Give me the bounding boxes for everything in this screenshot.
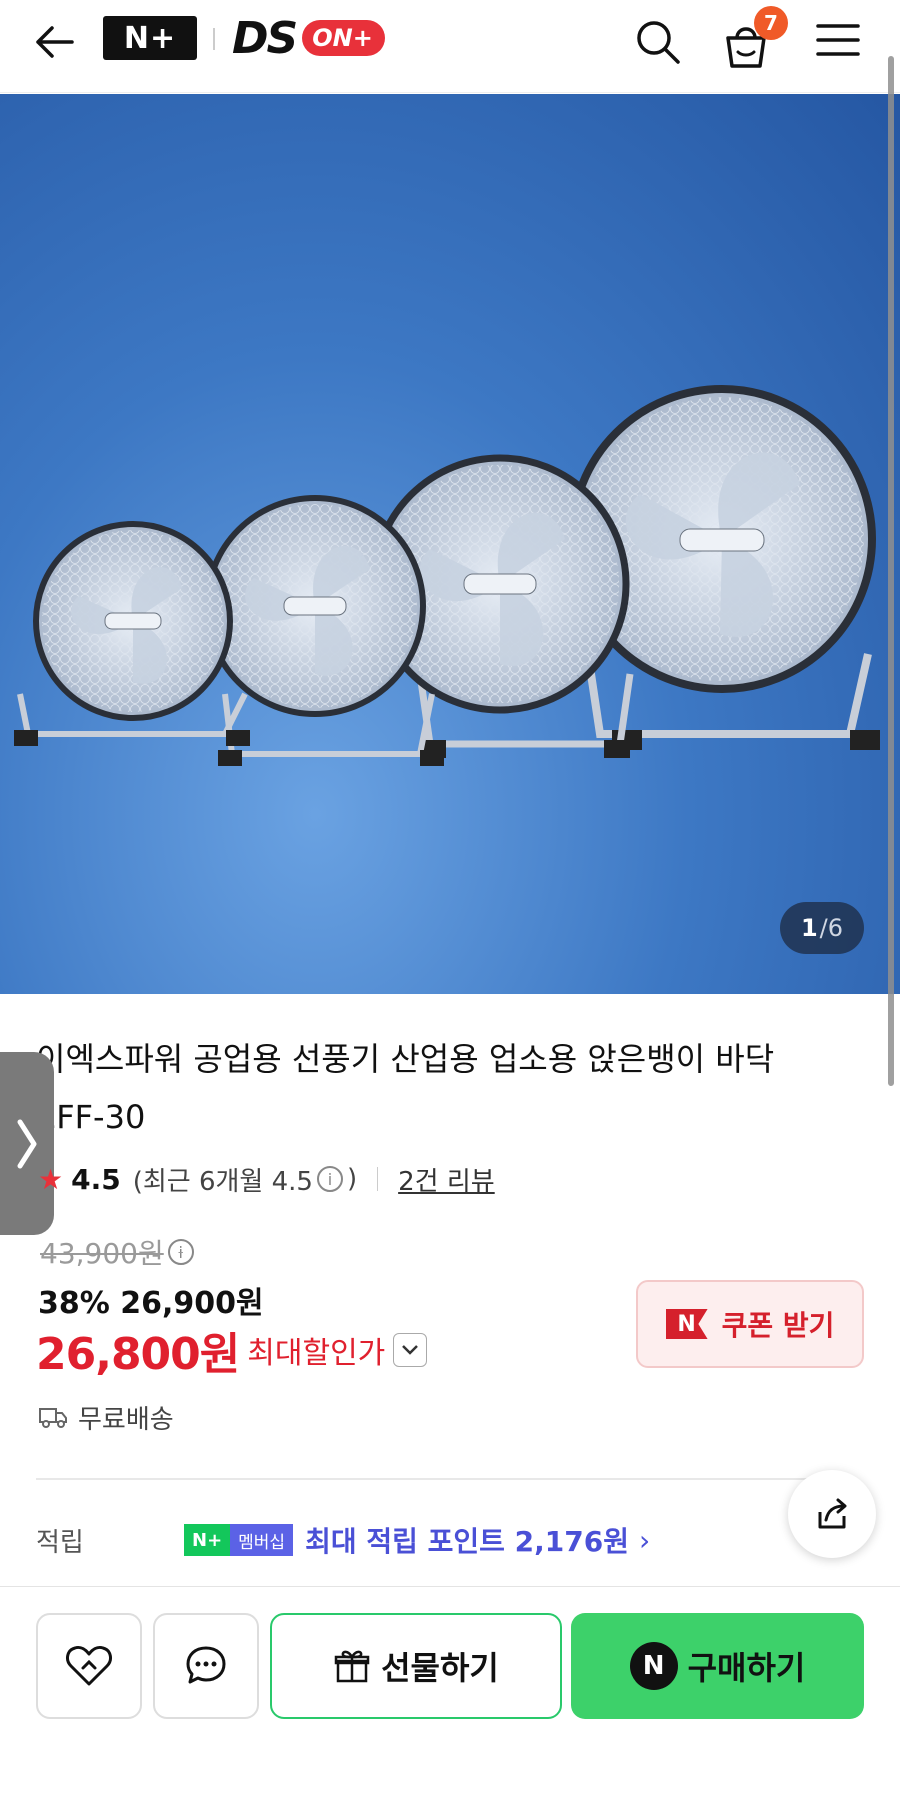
top-header: N+ DS ON+ 7 [0,0,900,93]
points-text: 최대 적립 포인트 2,176원 [305,1525,629,1558]
points-label: 적립 [36,1527,84,1558]
gift-label: 선물하기 [381,1649,499,1687]
info-icon[interactable]: i [316,1166,343,1192]
share-button[interactable] [788,1470,876,1558]
on-plus-badge: ON+ [302,20,385,56]
logo-divider [213,28,215,50]
product-image-carousel[interactable]: 1/6 [0,94,900,994]
image-counter-total: /6 [819,914,844,942]
rating-row: ★ 4.5 (최근 6개월 4.5 i ) 2건 리뷰 [38,1158,495,1200]
final-price-row: 26,800원 최대할인가 [36,1320,428,1380]
chat-bubble-icon [186,1646,226,1684]
coupon-button[interactable]: N 쿠폰 받기 [636,1280,864,1368]
ds-logo-text: DS [232,12,298,64]
final-price-label: 최대할인가 [247,1336,386,1371]
membership-text: 멤버십 [230,1524,294,1556]
rating-score: 4.5 [71,1162,121,1196]
nplus-logo[interactable]: N+ [103,16,197,60]
naver-n-icon: N [629,1642,678,1690]
wishlist-button[interactable] [36,1613,142,1719]
recent-rating-close: ) [346,1164,358,1194]
share-icon [818,1498,847,1529]
sale-price-row: 38% 26,900원 [38,1278,264,1322]
price-info-icon[interactable]: i [167,1239,194,1265]
hamburger-menu-icon[interactable] [812,18,864,62]
truck-icon [39,1408,67,1428]
buy-label: 구매하기 [687,1649,806,1687]
image-counter-current: 1 [800,914,818,942]
cart-button[interactable]: 7 [718,6,788,72]
page-scrollbar[interactable] [888,56,894,1086]
original-price: 43,900원 [40,1237,164,1270]
side-panel-tab[interactable] [0,1052,54,1235]
product-image [14,385,880,766]
shipping-text: 무료배송 [78,1404,174,1435]
chat-button[interactable] [153,1613,259,1719]
rating-divider [377,1167,379,1191]
coupon-n-icon: N [665,1309,708,1339]
fan-small [14,521,250,746]
section-divider [36,1478,816,1480]
membership-n-plus: N+ [184,1524,231,1556]
review-link[interactable]: 2건 리뷰 [398,1161,495,1198]
bottom-action-bar: 선물하기 N 구매하기 [0,1586,900,1817]
discount-rate: 38% [38,1286,110,1321]
product-title: 이엑스파워 공업용 선풍기 산업용 업소용 앉은뱅이 바닥 EFF-30 [36,1040,775,1136]
heart-icon [66,1646,112,1686]
membership-badge: N+ 멤버십 [184,1524,294,1556]
shipping-row: 무료배송 [38,1398,174,1436]
search-icon[interactable] [630,14,686,70]
star-icon: ★ [38,1162,64,1196]
ds-on-logo[interactable]: DS ON+ [232,12,422,64]
back-arrow-icon[interactable] [30,18,80,66]
buy-button[interactable]: N 구매하기 [571,1613,864,1719]
chevron-down-icon[interactable] [393,1333,428,1367]
cart-count-badge: 7 [754,6,788,40]
sale-price: 26,900원 [120,1286,264,1321]
gift-icon [334,1650,370,1683]
image-counter: 1/6 [780,902,864,954]
gift-button[interactable]: 선물하기 [270,1613,562,1719]
coupon-label: 쿠폰 받기 [721,1309,835,1342]
original-price-row: 43,900원 i [40,1232,194,1272]
recent-rating: (최근 6개월 4.5 [132,1166,313,1197]
final-price: 26,800원 [36,1329,240,1380]
points-row[interactable]: 적립 N+ 멤버십 최대 적립 포인트 2,176원 › [36,1518,650,1562]
chevron-right-icon: › [638,1523,651,1557]
